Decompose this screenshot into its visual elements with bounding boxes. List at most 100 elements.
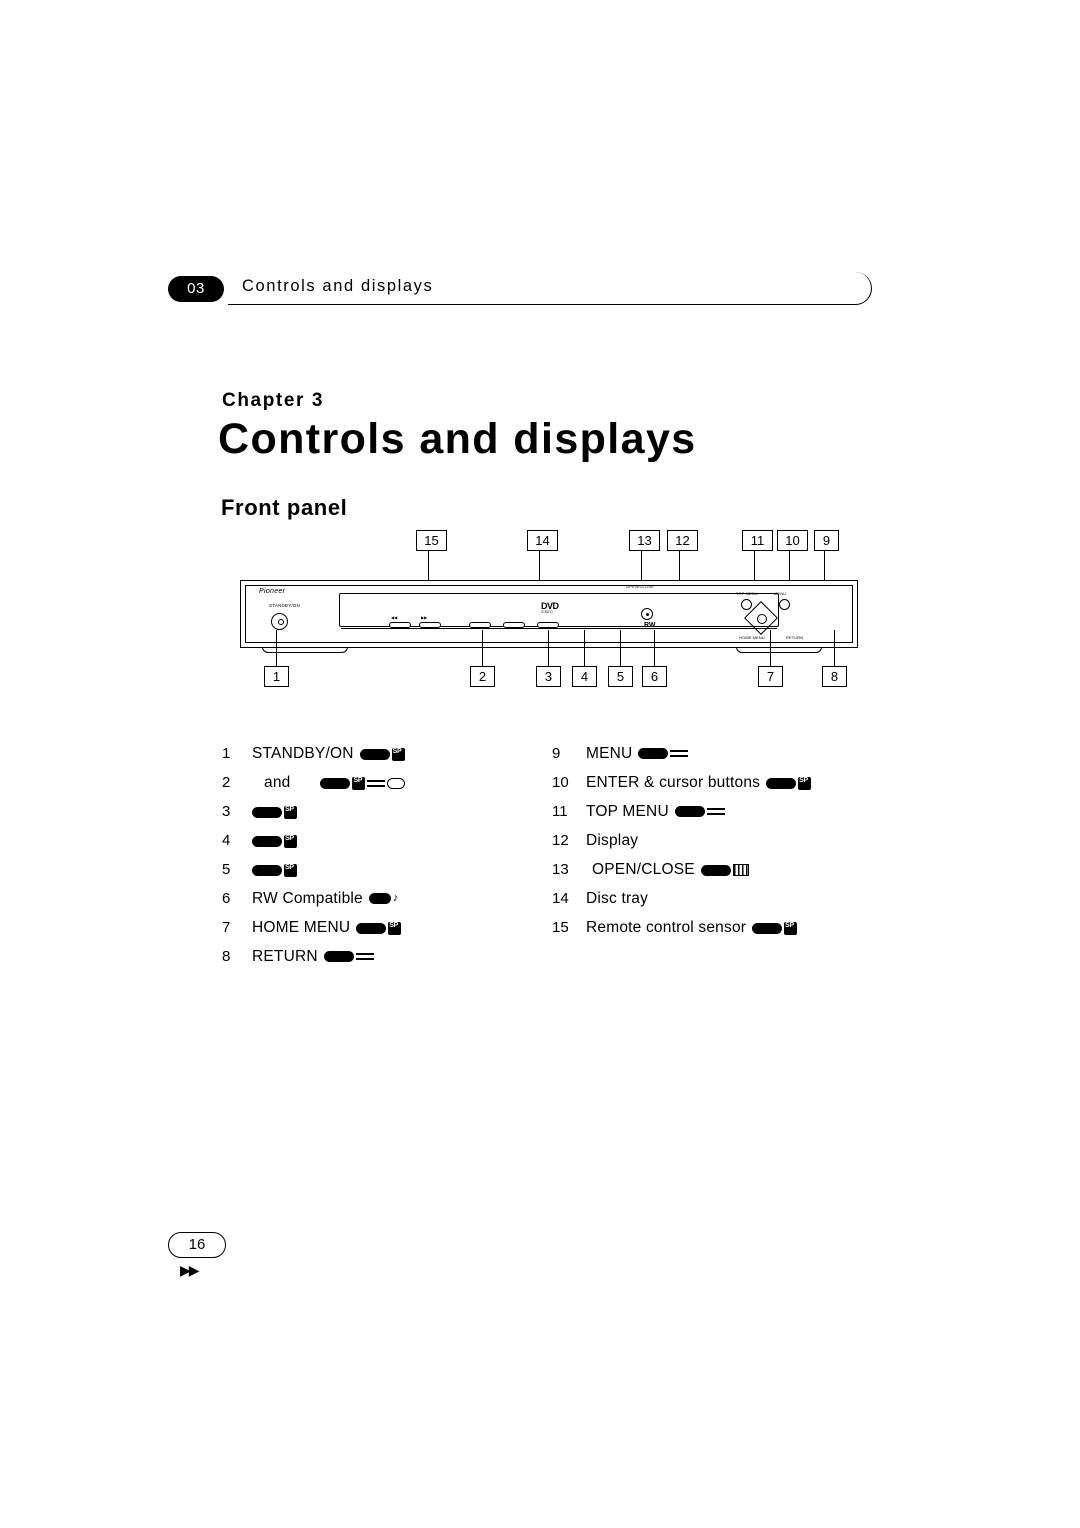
legend-number: 1 xyxy=(222,745,231,762)
enter-button[interactable] xyxy=(757,614,767,624)
legend-label: OPEN/CLOSE xyxy=(592,861,695,878)
legend-label: and xyxy=(264,774,291,791)
leader-3 xyxy=(548,630,550,666)
legend-icon-group xyxy=(766,777,812,790)
legend-number: 13 xyxy=(552,861,569,878)
lines-icon xyxy=(670,748,689,759)
legend-icon-group xyxy=(674,806,725,817)
legend-label: HOME MENU xyxy=(252,919,351,936)
pause-button[interactable] xyxy=(503,622,525,628)
callout-11: 11 xyxy=(742,530,773,551)
legend-item-3: 3 xyxy=(222,803,552,832)
leader-8 xyxy=(834,630,836,666)
chassis-foot-left xyxy=(262,647,348,653)
callout-2: 2 xyxy=(470,666,495,687)
legend-number: 15 xyxy=(552,919,569,936)
chassis-foot-right xyxy=(736,647,822,653)
sp-badge-icon xyxy=(784,922,798,935)
sp-badge-icon xyxy=(352,777,366,790)
legend-number: 14 xyxy=(552,890,569,907)
legend-column-right: 9 MENU 10 ENTER & cursor buttons 11 TOP … xyxy=(552,745,882,948)
footer-arrow-icon: ▶▶ xyxy=(180,1262,199,1278)
page-number: 16 xyxy=(168,1232,226,1258)
callout-14: 14 xyxy=(527,530,558,551)
legend-label: STANDBY/ON xyxy=(252,745,354,762)
legend-number: 7 xyxy=(222,919,231,936)
disc-blob-icon xyxy=(359,749,390,760)
prev-button[interactable] xyxy=(389,622,411,628)
brand-logo: Pioneer xyxy=(259,588,286,595)
legend-icon-group xyxy=(359,748,405,761)
legend-icon-group xyxy=(252,864,297,877)
grid-icon xyxy=(732,864,749,876)
callout-4: 4 xyxy=(572,666,597,687)
sp-badge-icon xyxy=(284,806,297,819)
legend-number: 3 xyxy=(222,803,231,820)
open-close-button[interactable] xyxy=(641,608,653,620)
legend-number: 10 xyxy=(552,774,569,791)
menu-label: MENU xyxy=(774,591,787,596)
legend-item-7: 7 HOME MENU xyxy=(222,919,552,948)
disc-blob-icon xyxy=(320,778,351,789)
sp-badge-icon xyxy=(284,835,297,848)
header-chapter-number: 03 xyxy=(168,276,224,302)
next-button[interactable] xyxy=(419,622,441,628)
legend-item-10: 10 ENTER & cursor buttons xyxy=(552,774,882,803)
legend-label: RW Compatible xyxy=(252,890,363,907)
legend-item-8: 8 RETURN xyxy=(222,948,552,977)
leader-4 xyxy=(584,630,586,666)
disc-blob-icon xyxy=(252,836,282,847)
callout-9: 9 xyxy=(814,530,839,551)
legend-icon-group xyxy=(356,922,402,935)
disc-blob-icon xyxy=(766,778,797,789)
sp-badge-icon xyxy=(798,777,812,790)
legend-icon-group xyxy=(700,864,749,876)
callout-5: 5 xyxy=(608,666,633,687)
legend-item-5: 5 xyxy=(222,861,552,890)
page-title: Controls and displays xyxy=(218,415,697,463)
prev-icon: ◀◀ xyxy=(391,615,398,620)
disc-blob-icon xyxy=(752,923,783,934)
legend-number: 12 xyxy=(552,832,569,849)
legend-item-13: 13 OPEN/CLOSE xyxy=(552,861,882,890)
callout-13: 13 xyxy=(629,530,660,551)
stop-button[interactable] xyxy=(469,622,491,628)
callout-10: 10 xyxy=(777,530,808,551)
standby-button[interactable] xyxy=(271,613,288,630)
disc-blob-icon xyxy=(252,807,282,818)
return-label: RETURN xyxy=(786,635,804,640)
disc-blob-icon xyxy=(356,923,387,934)
legend-icon-group xyxy=(323,951,374,962)
page-header: 03 Controls and displays xyxy=(168,272,872,306)
legend-number: 8 xyxy=(222,948,231,965)
legend-number: 5 xyxy=(222,861,231,878)
section-title: Front panel xyxy=(221,495,348,520)
rw-compatible-label: RW xyxy=(644,622,656,629)
legend-item-4: 4 xyxy=(222,832,552,861)
standby-label: STANDBY/ON xyxy=(269,603,300,608)
callout-7: 7 xyxy=(758,666,783,687)
next-icon: ▶▶ xyxy=(421,615,428,620)
cursor-ring[interactable] xyxy=(744,601,778,635)
legend-item-2: 2 and xyxy=(222,774,552,803)
play-button[interactable] xyxy=(537,622,559,628)
disc-blob-icon xyxy=(674,806,705,817)
legend-number: 6 xyxy=(222,890,231,907)
disc-blob-icon xyxy=(368,893,391,904)
disc-blob-icon xyxy=(700,864,731,876)
open-close-label: OPEN/CLOSE xyxy=(626,584,655,589)
legend-number: 9 xyxy=(552,745,561,762)
disc-blob-icon xyxy=(323,951,354,962)
legend-label: RETURN xyxy=(252,948,318,965)
menu-button[interactable] xyxy=(779,599,790,610)
legend-item-9: 9 MENU xyxy=(552,745,882,774)
legend-label: ENTER & cursor buttons xyxy=(586,774,761,791)
leader-6 xyxy=(654,630,656,666)
legend-item-15: 15 Remote control sensor xyxy=(552,919,882,948)
callout-3: 3 xyxy=(536,666,561,687)
callout-15: 15 xyxy=(416,530,447,551)
sp-badge-icon xyxy=(391,748,405,761)
legend-label: TOP MENU xyxy=(586,803,669,820)
legend-number: 4 xyxy=(222,832,231,849)
legend-item-1: 1 STANDBY/ON xyxy=(222,745,552,774)
